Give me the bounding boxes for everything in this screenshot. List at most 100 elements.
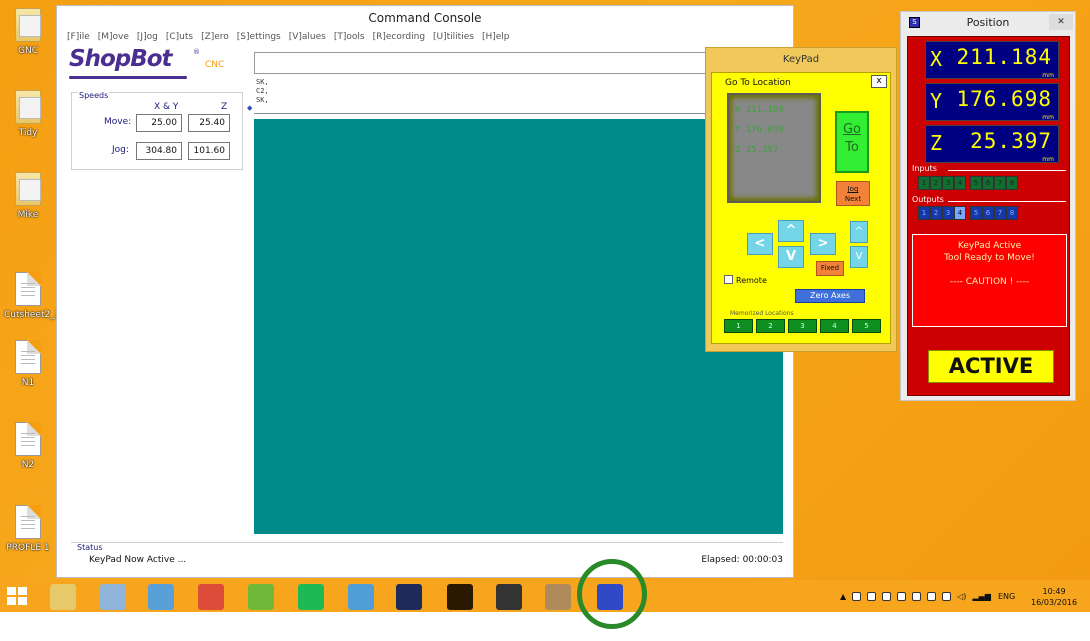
- window-app-icon[interactable]: [148, 584, 174, 610]
- tray-app-icon[interactable]: [897, 592, 907, 601]
- tray-app-icon[interactable]: [912, 592, 922, 601]
- system-tool-icon[interactable]: [100, 584, 126, 610]
- keypad-window[interactable]: KeyPad Go To Location x X 211.184 Y 176.…: [705, 47, 897, 352]
- vcarve-icon[interactable]: [545, 584, 571, 610]
- desktop-icon-file[interactable]: Cutsheet2_2: [4, 272, 60, 320]
- desktop-icon-file[interactable]: PROFLE 1: [4, 505, 52, 553]
- status-message-box: KeyPad Active Tool Ready to Move! ---- C…: [912, 234, 1067, 327]
- menu-item[interactable]: [V]alues: [289, 32, 326, 42]
- menu-item[interactable]: [T]ools: [334, 32, 365, 42]
- input-indicator: 2: [930, 176, 942, 190]
- menu-item[interactable]: [U]tilities: [433, 32, 474, 42]
- jog-right-button[interactable]: >: [810, 233, 836, 255]
- menu-item[interactable]: [C]uts: [166, 32, 193, 42]
- zero-axes-button[interactable]: Zero Axes: [795, 289, 865, 303]
- menu-item[interactable]: [M]ove: [98, 32, 129, 42]
- jog-up-button[interactable]: ^: [778, 220, 804, 242]
- battery-icon[interactable]: [942, 592, 952, 601]
- menu-item[interactable]: [H]elp: [482, 32, 510, 42]
- memorized-location-button[interactable]: 1: [724, 319, 753, 333]
- chrome-icon[interactable]: [198, 584, 224, 610]
- jog-left-button[interactable]: <: [747, 233, 773, 255]
- network-icon[interactable]: ▂▄▆: [972, 592, 990, 601]
- taskbar-clock[interactable]: 10:49 16/03/2016: [1031, 586, 1077, 608]
- history-marker-icon: ◆: [247, 104, 253, 112]
- position-window[interactable]: S Position ✕ X 211.184 mm Y 176.698 mm Z…: [900, 11, 1076, 401]
- remote-checkbox-box[interactable]: [724, 275, 733, 284]
- dro-z[interactable]: Z 25.397 mm: [925, 125, 1059, 163]
- go-to-button[interactable]: Go To: [835, 111, 869, 173]
- desktop-icon-label: N1: [21, 378, 35, 388]
- inkscape-icon[interactable]: [496, 584, 522, 610]
- move-xy-field[interactable]: 25.00: [136, 114, 182, 132]
- speeds-col-xy: X & Y: [154, 102, 179, 112]
- dro-x-axis: X: [930, 47, 943, 71]
- desktop-icon-label: PROFLE 1: [6, 543, 50, 553]
- memorized-location-button[interactable]: 4: [820, 319, 849, 333]
- spotify-icon[interactable]: [298, 584, 324, 610]
- memorized-location-button[interactable]: 2: [756, 319, 785, 333]
- menu-item[interactable]: [R]ecording: [373, 32, 425, 42]
- file-explorer-icon[interactable]: [50, 584, 76, 610]
- output-indicator: 3: [942, 206, 954, 220]
- language-indicator[interactable]: ENG: [998, 592, 1015, 601]
- go-to-line-1: Go: [842, 122, 862, 137]
- tray-app-icon[interactable]: [882, 592, 892, 601]
- remote-checkbox[interactable]: Remote: [724, 275, 767, 285]
- desktop-icon-folder[interactable]: GNC: [4, 8, 52, 56]
- position-close-button[interactable]: ✕: [1049, 14, 1073, 30]
- dro-z-value: 25.397: [970, 129, 1052, 153]
- dro-x[interactable]: X 211.184 mm: [925, 41, 1059, 79]
- tray-app-icon[interactable]: [867, 592, 877, 601]
- dro-y[interactable]: Y 176.698 mm: [925, 83, 1059, 121]
- memorized-location-button[interactable]: 3: [788, 319, 817, 333]
- preview-area[interactable]: [254, 119, 783, 534]
- keypad-title: KeyPad: [782, 54, 820, 65]
- dro-y-unit: mm: [1042, 114, 1054, 121]
- start-logo-pane: [7, 597, 16, 605]
- goto-z: Z 25.397: [735, 145, 779, 155]
- command-console-window[interactable]: Command Console [F]ile [M]ove [J]og [C]uts[…: [56, 5, 794, 578]
- jog-z-up-button[interactable]: ^: [850, 221, 868, 243]
- menu-item[interactable]: [J]og: [137, 32, 158, 42]
- desktop-icon-label: GNC: [18, 46, 38, 56]
- menu-item[interactable]: [Z]ero: [201, 32, 229, 42]
- jog-xy-field[interactable]: 304.80: [136, 142, 182, 160]
- jog-z-field[interactable]: 101.60: [188, 142, 230, 160]
- folder-icon: [15, 8, 41, 42]
- menu-item[interactable]: [S]ettings: [237, 32, 281, 42]
- position-body: X 211.184 mm Y 176.698 mm Z 25.397 mm In…: [907, 36, 1070, 396]
- photoshop-icon[interactable]: [396, 584, 422, 610]
- dro-x-value: 211.184: [956, 45, 1052, 69]
- start-button[interactable]: [7, 587, 29, 607]
- highlight-ring: [577, 559, 647, 629]
- system-tray: ▲ ◁) ▂▄▆: [840, 592, 991, 601]
- fixed-button[interactable]: Fixed: [816, 261, 844, 276]
- goto-coordinates-box[interactable]: X 211.184 Y 176.698 Z 25.397: [727, 93, 821, 203]
- jog-down-button[interactable]: V: [778, 246, 804, 268]
- tray-chevron-icon[interactable]: ▲: [840, 592, 846, 601]
- volume-icon[interactable]: ◁): [957, 592, 966, 601]
- jog-next-button[interactable]: Jog Next: [836, 181, 870, 206]
- utorrent-icon[interactable]: [248, 584, 274, 610]
- output-indicator: 2: [930, 206, 942, 220]
- active-button[interactable]: ACTIVE: [928, 350, 1054, 383]
- outputs-label: Outputs: [912, 195, 944, 204]
- position-titlebar: S Position ✕: [901, 12, 1075, 36]
- illustrator-icon[interactable]: [447, 584, 473, 610]
- desktop-icon-folder[interactable]: Mike: [4, 172, 52, 220]
- tray-app-icon[interactable]: [852, 592, 862, 601]
- input-indicator: 3: [942, 176, 954, 190]
- memorized-location-button[interactable]: 5: [852, 319, 881, 333]
- desktop-icon-folder[interactable]: Tidy: [4, 90, 52, 138]
- wallpaper-bottom-strip: [0, 612, 1090, 641]
- photos-icon[interactable]: [348, 584, 374, 610]
- desktop-icon-file[interactable]: N2: [4, 422, 52, 470]
- tray-app-icon[interactable]: [927, 592, 937, 601]
- menu-item[interactable]: [F]ile: [67, 32, 90, 42]
- keypad-close-button[interactable]: x: [871, 75, 887, 88]
- desktop-icon-file[interactable]: N1: [4, 340, 52, 388]
- move-z-field[interactable]: 25.40: [188, 114, 230, 132]
- jog-z-down-button[interactable]: V: [850, 246, 868, 268]
- status-group: Status KeyPad Now Active ... Elapsed: 00…: [71, 542, 783, 570]
